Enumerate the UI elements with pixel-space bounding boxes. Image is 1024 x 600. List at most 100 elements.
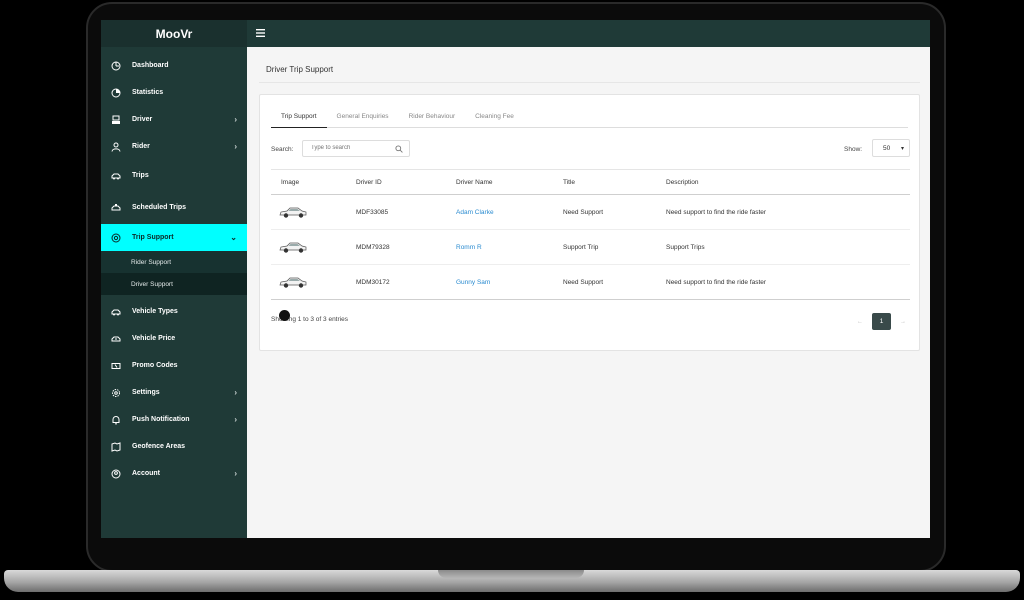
submenu-item-driver-support[interactable]: Driver Support [101,273,247,295]
tab-trip-support[interactable]: Trip Support [271,111,327,128]
sidebar-item-statistics[interactable]: Statistics [101,79,247,106]
sidebar-item-dashboard[interactable]: Dashboard [101,52,247,79]
rider-icon [111,142,121,152]
gear-icon [111,388,121,398]
support-table: Image Driver ID Driver Name Title Descri… [271,169,910,300]
sidebar-item-label: Vehicle Price [132,335,176,342]
chevron-right-icon: › [234,115,237,124]
table-row[interactable]: MDM79328 Romm R Support Trip Support Tri… [271,229,910,265]
divider [259,82,920,83]
tab-bar: Trip Support General Enquiries Rider Beh… [271,111,908,128]
car-thumbnail [279,207,307,218]
trip-support-submenu: Rider Support Driver Support [101,251,247,295]
cell-driver-id: MDM79328 [346,229,446,265]
ticket-icon [111,361,121,371]
sidebar-item-driver[interactable]: Driver › [101,106,247,133]
sidebar-item-vehicle-price[interactable]: Vehicle Price [101,325,247,352]
mouse-cursor [279,310,290,321]
search-label: Search: [271,146,294,153]
sidebar: MooVr Dashboard Statistics Driver › Ride… [101,20,247,538]
sidebar-item-trips[interactable]: Trips [101,162,247,189]
price-icon [111,334,121,344]
sidebar-menu: Dashboard Statistics Driver › Rider › Tr… [101,52,247,487]
sidebar-item-settings[interactable]: Settings › [101,379,247,406]
pagination-prev[interactable]: ← [856,319,864,325]
driver-name-link[interactable]: Adam Clarke [446,194,553,230]
sidebar-item-account[interactable]: Account › [101,460,247,487]
search-box [302,140,410,157]
hamburger-menu-icon[interactable] [256,29,265,37]
chevron-down-icon: ⌄ [230,233,237,242]
sidebar-item-label: Dashboard [132,62,169,69]
sidebar-item-label: Driver [132,116,153,123]
cell-title: Need Support [553,194,656,230]
map-icon [111,441,121,452]
search-icon[interactable] [395,145,403,153]
table-row[interactable]: MDM30172 Gunny Sam Need Support Need sup… [271,264,910,300]
sidebar-item-label: Push Notification [132,416,190,423]
sidebar-item-geofence-areas[interactable]: Geofence Areas [101,433,247,460]
submenu-item-rider-support[interactable]: Rider Support [101,251,247,273]
cell-description: Need support to find the ride faster [656,264,910,300]
page-size-value: 50 [883,144,891,152]
bell-icon [111,415,121,425]
support-icon [111,233,121,243]
tab-cleaning-fee[interactable]: Cleaning Fee [465,111,524,128]
driver-icon [111,115,121,125]
column-header-description[interactable]: Description [656,169,910,195]
cell-driver-id: MDM30172 [346,264,446,300]
sidebar-item-label: Geofence Areas [132,443,186,450]
column-header-driver-name[interactable]: Driver Name [446,169,553,195]
cell-image [271,264,346,300]
table-row[interactable]: MDF33085 Adam Clarke Need Support Need s… [271,194,910,230]
chevron-right-icon: › [234,388,237,397]
user-icon [111,469,121,479]
sidebar-item-trip-support[interactable]: Trip Support ⌄ [101,224,247,251]
chevron-right-icon: › [234,415,237,424]
tab-rider-behaviour[interactable]: Rider Behaviour [399,111,466,128]
pie-chart-icon [111,88,121,98]
pagination-next[interactable]: → [899,319,907,325]
screen: MooVr Dashboard Statistics Driver › Ride… [101,20,930,538]
cell-driver-id: MDF33085 [346,194,446,230]
cell-description: Support Trips [656,229,910,265]
sidebar-item-label: Statistics [132,89,164,96]
brand-logo[interactable]: MooVr [101,20,247,47]
pagination-page-1[interactable]: 1 [872,313,891,330]
search-input[interactable] [311,145,391,151]
chevron-right-icon: › [234,142,237,151]
chevron-right-icon: › [234,469,237,478]
cell-image [271,229,346,265]
driver-name-link[interactable]: Gunny Sam [446,264,553,300]
sidebar-item-scheduled-trips[interactable]: Scheduled Trips [101,194,247,221]
page-size-select[interactable]: 50 ▾ [872,139,910,157]
sidebar-item-vehicle-types[interactable]: Vehicle Types [101,298,247,325]
tab-general-enquiries[interactable]: General Enquiries [327,111,399,128]
sidebar-item-label: Trips [132,172,149,179]
caret-down-icon: ▾ [900,146,904,152]
top-bar [247,20,930,47]
column-header-driver-id[interactable]: Driver ID [346,169,446,195]
sidebar-item-label: Promo Codes [132,362,178,369]
sidebar-item-promo-codes[interactable]: Promo Codes [101,352,247,379]
sidebar-item-label: Rider [132,143,150,150]
cell-title: Support Trip [553,229,656,265]
sidebar-item-label: Settings [132,389,160,396]
cell-title: Need Support [553,264,656,300]
column-header-image[interactable]: Image [271,169,346,195]
cell-description: Need support to find the ride faster [656,194,910,230]
sidebar-item-rider[interactable]: Rider › [101,133,247,160]
main-content: Driver Trip Support Trip Support General… [247,47,930,538]
car-icon [111,307,121,317]
column-header-title[interactable]: Title [553,169,656,195]
taxi-icon [111,203,121,213]
laptop-frame: MooVr Dashboard Statistics Driver › Ride… [0,0,1024,600]
sidebar-item-label: Account [132,470,160,477]
driver-name-link[interactable]: Romm R [446,229,553,265]
dashboard-icon [111,61,121,71]
laptop-notch [438,570,584,578]
pagination: ← 1 → [856,313,907,330]
sidebar-item-label: Vehicle Types [132,308,178,315]
cell-image [271,194,346,230]
sidebar-item-push-notification[interactable]: Push Notification › [101,406,247,433]
